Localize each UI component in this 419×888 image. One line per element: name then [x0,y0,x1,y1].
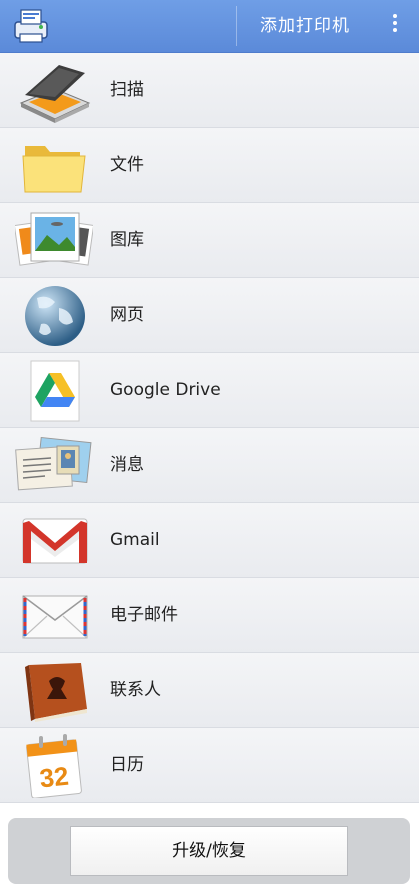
calendar-icon-day: 32 [38,761,70,794]
printer-app-logo-icon[interactable] [9,4,53,48]
list-item-web[interactable]: 网页 [0,278,419,353]
list-item-label: 图库 [110,230,144,250]
contacts-book-icon [25,663,87,722]
list-item-label: 电子邮件 [110,605,178,625]
list-item-label: Gmail [110,530,160,550]
list-item-label: 联系人 [110,680,161,700]
list-item-contacts[interactable]: 联系人 [0,653,419,728]
folder-icon [22,146,86,193]
list-item-label: Google Drive [110,380,221,400]
gmail-icon [22,518,88,564]
list-item-label: 文件 [110,155,144,175]
overflow-menu-icon[interactable] [383,14,407,38]
top-app-bar: 添加打印机 [0,0,419,53]
upgrade-restore-button[interactable]: 升级/恢复 [70,826,348,876]
list-item-gmail[interactable]: Gmail [0,503,419,578]
bottom-bar: 升级/恢复 [8,818,410,884]
envelope-icon [22,595,88,639]
list-item-label: 网页 [110,305,144,325]
globe-icon [25,286,85,346]
list-item-files[interactable]: 文件 [0,128,419,203]
list-item-scan[interactable]: 扫描 [0,53,419,128]
list-item-email[interactable]: 电子邮件 [0,578,419,653]
calendar-icon: 32 [26,734,82,798]
source-list: 扫描 文件 图库 网页 Google Drive 消息 Gmail 电子邮件 联… [0,53,419,803]
scanner-icon [19,65,91,123]
list-item-calendar[interactable]: 32 日历 [0,728,419,803]
postcard-icon [15,436,92,491]
list-item-gallery[interactable]: 图库 [0,203,419,278]
photos-icon [15,212,93,266]
list-item-messages[interactable]: 消息 [0,428,419,503]
list-item-google-drive[interactable]: Google Drive [0,353,419,428]
list-item-label: 扫描 [110,80,144,100]
add-printer-button[interactable]: 添加打印机 [237,0,373,52]
google-drive-icon [30,360,80,422]
list-item-label: 日历 [110,755,144,775]
list-item-label: 消息 [110,455,144,475]
